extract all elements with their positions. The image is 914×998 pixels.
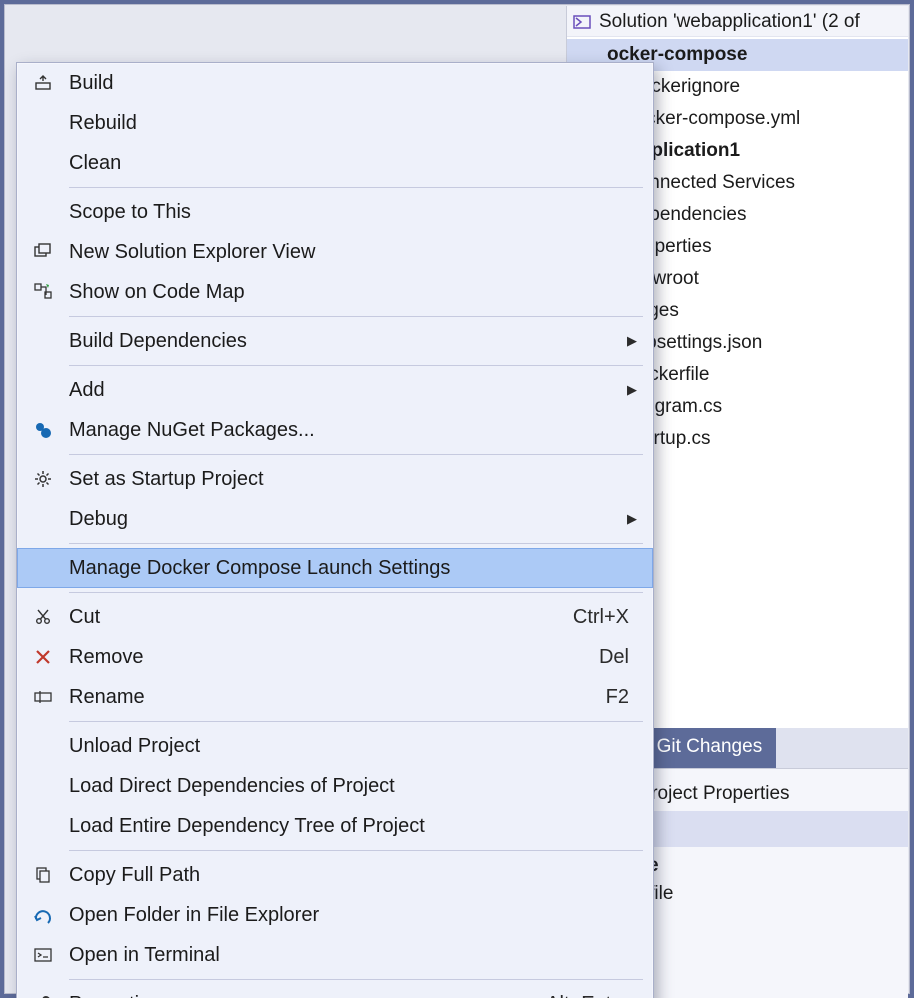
menu-label: Build Dependencies: [69, 330, 625, 353]
menu-remove[interactable]: Remove Del: [17, 637, 653, 677]
submenu-arrow-icon: ▶: [625, 333, 639, 349]
menu-clean[interactable]: Clean: [17, 143, 653, 183]
terminal-icon: [17, 945, 69, 965]
submenu-arrow-icon: ▶: [625, 511, 639, 527]
remove-icon: [17, 647, 69, 667]
tab-label: Git Changes: [657, 736, 763, 757]
solution-title: Solution 'webapplication1' (2 of: [599, 11, 860, 33]
menu-separator: [69, 365, 643, 366]
menu-rebuild[interactable]: Rebuild: [17, 103, 653, 143]
menu-manage-nuget-packages[interactable]: Manage NuGet Packages...: [17, 410, 653, 450]
menu-label: Clean: [69, 152, 639, 175]
menu-separator: [69, 187, 643, 188]
menu-label: Build: [69, 72, 639, 95]
menu-label: Add: [69, 379, 625, 402]
menu-separator: [69, 721, 643, 722]
menu-label: Load Direct Dependencies of Project: [69, 775, 639, 798]
copy-icon: [17, 865, 69, 885]
menu-label: Scope to This: [69, 201, 639, 224]
menu-label: Show on Code Map: [69, 281, 639, 304]
menu-label: Manage NuGet Packages...: [69, 419, 639, 442]
gear-icon: [17, 469, 69, 489]
menu-separator: [69, 979, 643, 980]
menu-show-on-code-map[interactable]: Show on Code Map: [17, 272, 653, 312]
context-menu: Build Rebuild Clean Scope to This: [16, 62, 654, 998]
menu-build[interactable]: Build: [17, 63, 653, 103]
menu-label: New Solution Explorer View: [69, 241, 639, 264]
menu-shortcut: Ctrl+X: [573, 606, 639, 629]
menu-open-in-terminal[interactable]: Open in Terminal: [17, 935, 653, 975]
menu-label: Unload Project: [69, 735, 639, 758]
menu-shortcut: Del: [599, 646, 639, 669]
menu-label: Cut: [69, 606, 573, 629]
menu-build-dependencies[interactable]: Build Dependencies ▶: [17, 321, 653, 361]
menu-unload-project[interactable]: Unload Project: [17, 726, 653, 766]
menu-label: Properties: [69, 993, 546, 998]
solution-icon: [573, 13, 591, 31]
menu-label: Debug: [69, 508, 625, 531]
menu-scope-to-this[interactable]: Scope to This: [17, 192, 653, 232]
menu-set-as-startup-project[interactable]: Set as Startup Project: [17, 459, 653, 499]
menu-label: Rebuild: [69, 112, 639, 135]
menu-separator: [69, 592, 643, 593]
solution-header: Solution 'webapplication1' (2 of: [567, 6, 908, 37]
menu-rename[interactable]: Rename F2: [17, 677, 653, 717]
menu-open-folder-in-file-explorer[interactable]: Open Folder in File Explorer: [17, 895, 653, 935]
menu-separator: [69, 316, 643, 317]
menu-new-solution-explorer-view[interactable]: New Solution Explorer View: [17, 232, 653, 272]
nuget-icon: [17, 420, 69, 440]
menu-label: Manage Docker Compose Launch Settings: [69, 557, 639, 580]
menu-label: Remove: [69, 646, 599, 669]
menu-shortcut: Alt+Enter: [546, 993, 639, 998]
wrench-icon: [17, 994, 69, 998]
new-window-icon: [17, 242, 69, 262]
rename-icon: [17, 687, 69, 707]
menu-debug[interactable]: Debug ▶: [17, 499, 653, 539]
menu-label: Rename: [69, 686, 606, 709]
properties-type: Project Properties: [639, 783, 790, 804]
menu-label: Set as Startup Project: [69, 468, 639, 491]
menu-properties[interactable]: Properties Alt+Enter: [17, 984, 653, 998]
menu-cut[interactable]: Cut Ctrl+X: [17, 597, 653, 637]
menu-shortcut: F2: [606, 686, 639, 709]
menu-label: Load Entire Dependency Tree of Project: [69, 815, 639, 838]
open-folder-icon: [17, 905, 69, 925]
submenu-arrow-icon: ▶: [625, 382, 639, 398]
menu-separator: [69, 850, 643, 851]
menu-manage-docker-compose-launch-settings[interactable]: Manage Docker Compose Launch Settings: [17, 548, 653, 588]
scissors-icon: [17, 607, 69, 627]
menu-label: Copy Full Path: [69, 864, 639, 887]
menu-separator: [69, 454, 643, 455]
tab-git-changes[interactable]: Git Changes: [643, 728, 777, 768]
menu-load-entire-dependency-tree[interactable]: Load Entire Dependency Tree of Project: [17, 806, 653, 846]
menu-copy-full-path[interactable]: Copy Full Path: [17, 855, 653, 895]
codemap-icon: [17, 282, 69, 302]
menu-add[interactable]: Add ▶: [17, 370, 653, 410]
menu-label: Open in Terminal: [69, 944, 639, 967]
build-icon: [17, 73, 69, 93]
menu-load-direct-dependencies[interactable]: Load Direct Dependencies of Project: [17, 766, 653, 806]
menu-label: Open Folder in File Explorer: [69, 904, 639, 927]
menu-separator: [69, 543, 643, 544]
